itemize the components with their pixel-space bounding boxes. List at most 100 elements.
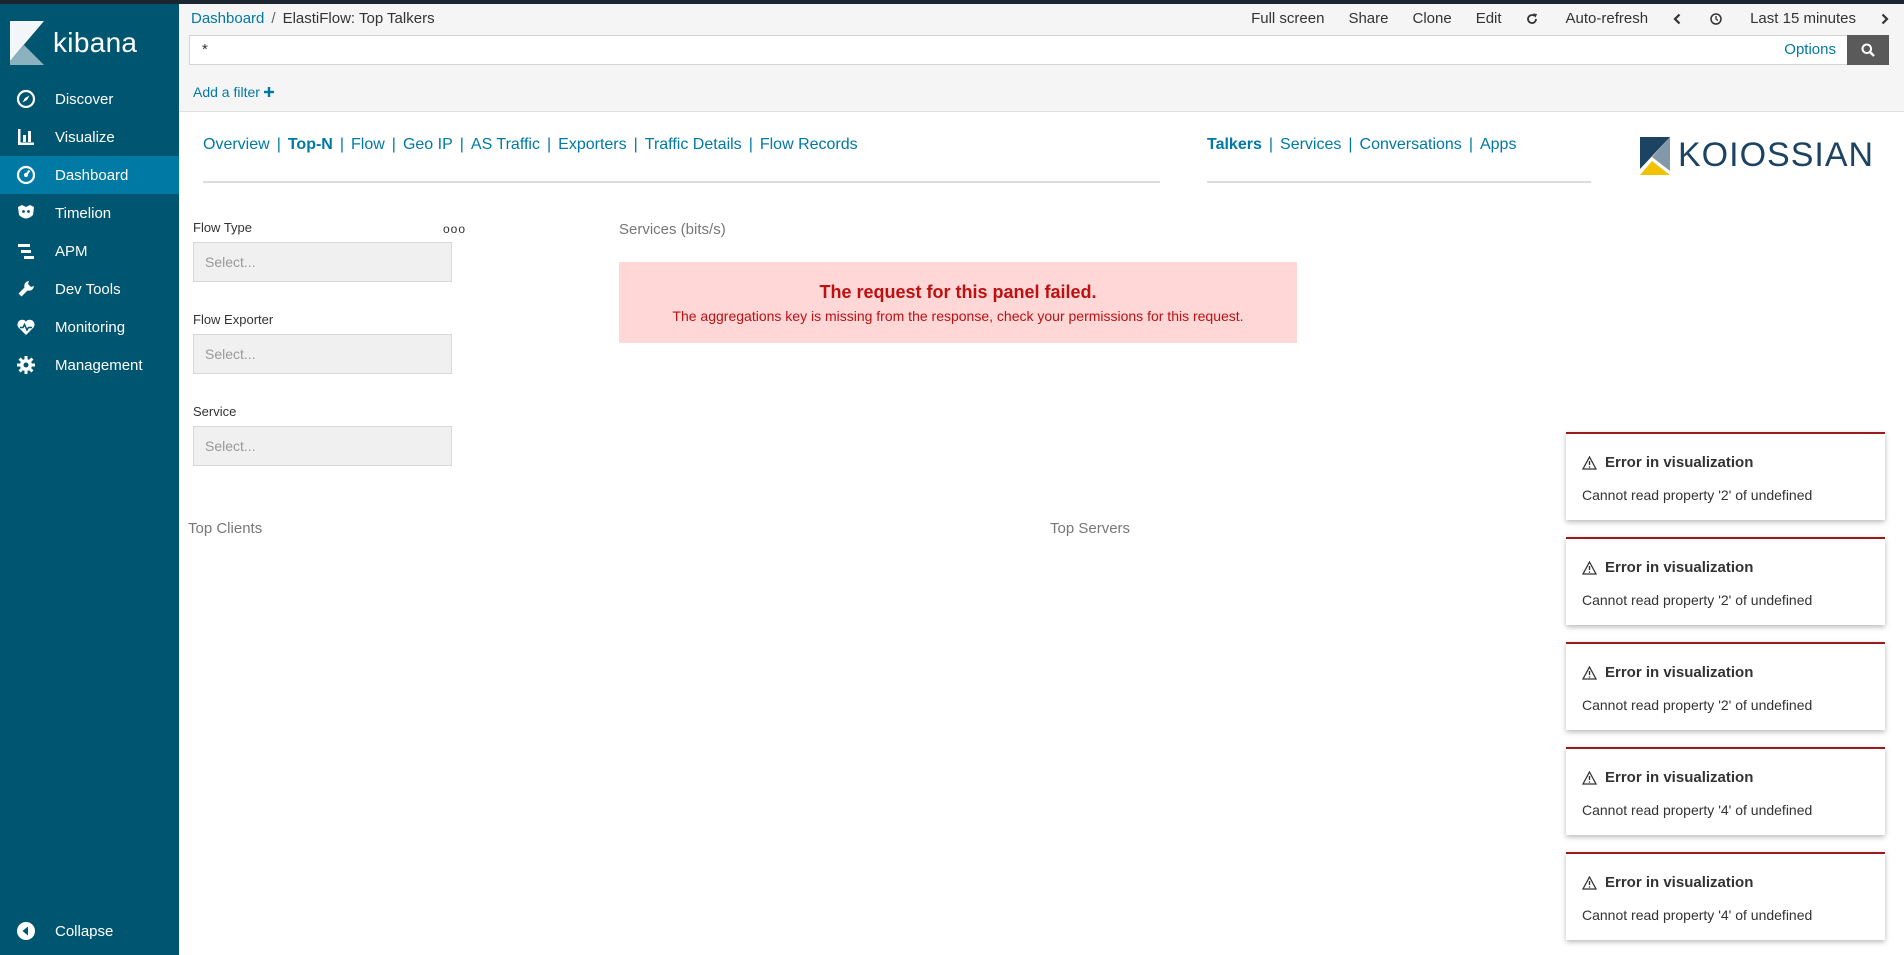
logo-text: KOIOSSIAN bbox=[1678, 136, 1875, 174]
error-toast[interactable]: Error in visualization Cannot read prope… bbox=[1566, 432, 1885, 520]
toast-title: Error in visualization bbox=[1582, 559, 1753, 576]
service-select[interactable]: Select... bbox=[193, 426, 452, 466]
top-menu: Full screen Share Clone Edit Auto-refres… bbox=[1227, 10, 1894, 27]
share-button[interactable]: Share bbox=[1348, 10, 1388, 27]
warning-icon bbox=[1582, 560, 1597, 575]
flow-exporter-label: Flow Exporter bbox=[193, 312, 274, 327]
wrench-icon bbox=[16, 279, 36, 299]
breadcrumb-dashboard-link[interactable]: Dashboard bbox=[191, 10, 264, 27]
nav-link-services[interactable]: Services bbox=[1280, 136, 1341, 153]
nav-link-geo-ip[interactable]: Geo IP bbox=[403, 136, 453, 153]
flow-type-label: Flow Type bbox=[193, 220, 253, 235]
panel-error-detail: The aggregations key is missing from the… bbox=[672, 308, 1244, 324]
service-label: Service bbox=[193, 404, 237, 419]
nav-separator: | bbox=[1348, 136, 1353, 153]
auto-refresh-button[interactable]: Auto-refresh bbox=[1526, 10, 1648, 27]
toast-title-text: Error in visualization bbox=[1605, 874, 1754, 891]
query-options-button[interactable]: Options bbox=[1784, 41, 1836, 58]
error-toast[interactable]: Error in visualization Cannot read prope… bbox=[1566, 747, 1885, 835]
sidebar-item-label: Monitoring bbox=[55, 318, 126, 336]
warning-icon bbox=[1582, 770, 1597, 785]
chevron-right-icon bbox=[1881, 13, 1889, 24]
collapse-button[interactable]: Collapse bbox=[0, 907, 179, 955]
nav-link-apps[interactable]: Apps bbox=[1480, 136, 1516, 153]
sidebar-item-apm[interactable]: APM bbox=[0, 232, 179, 270]
nav-link-exporters[interactable]: Exporters bbox=[558, 136, 626, 153]
search-input[interactable]: * bbox=[202, 41, 208, 58]
query-bar: * Options bbox=[189, 35, 1889, 65]
toast-title-text: Error in visualization bbox=[1605, 769, 1754, 786]
toast-title-text: Error in visualization bbox=[1605, 454, 1754, 471]
sidebar-item-label: APM bbox=[55, 242, 88, 260]
primary-dashboard-nav: Overview | Top-N | Flow | Geo IP | AS Traffic | Ex… bbox=[203, 136, 858, 154]
nav-separator: | bbox=[633, 136, 638, 153]
nav-link-conversations[interactable]: Conversations bbox=[1360, 136, 1462, 153]
kibana-brand[interactable]: kibana bbox=[10, 20, 137, 66]
compass-icon bbox=[16, 89, 36, 109]
clock-icon bbox=[1710, 12, 1722, 25]
koiossian-logo-icon bbox=[1640, 136, 1670, 175]
time-range-label: Last 15 minutes bbox=[1750, 10, 1856, 27]
options-menu-icon[interactable]: ooo bbox=[443, 222, 466, 236]
toast-message: Cannot read property '4' of undefined bbox=[1582, 802, 1813, 818]
warning-icon bbox=[1582, 455, 1597, 470]
toast-title: Error in visualization bbox=[1582, 664, 1753, 681]
clone-button[interactable]: Clone bbox=[1412, 10, 1451, 27]
sidebar-item-dashboard[interactable]: Dashboard bbox=[0, 156, 179, 194]
flow-exporter-select[interactable]: Select... bbox=[193, 334, 452, 374]
nav-link-flow-records[interactable]: Flow Records bbox=[760, 136, 858, 153]
heartbeat-icon bbox=[16, 317, 36, 337]
nav-separator: | bbox=[1468, 136, 1473, 153]
toast-title: Error in visualization bbox=[1582, 874, 1753, 891]
koiossian-logo: KOIOSSIAN bbox=[1640, 136, 1874, 175]
toast-title-text: Error in visualization bbox=[1605, 559, 1754, 576]
toast-title: Error in visualization bbox=[1582, 769, 1753, 786]
nav-separator: | bbox=[546, 136, 552, 153]
nav-link-top-n[interactable]: Top-N bbox=[288, 136, 333, 153]
add-filter-button[interactable]: Add a filter bbox=[193, 84, 274, 100]
toast-message: Cannot read property '2' of undefined bbox=[1582, 697, 1813, 713]
sidebar-item-visualize[interactable]: Visualize bbox=[0, 118, 179, 156]
error-toast[interactable]: Error in visualization Cannot read prope… bbox=[1566, 852, 1885, 940]
secondary-nav-divider bbox=[1207, 181, 1591, 183]
time-back-button[interactable] bbox=[1672, 13, 1686, 25]
plus-icon bbox=[263, 87, 274, 97]
toast-title: Error in visualization bbox=[1582, 454, 1753, 471]
search-submit-button[interactable] bbox=[1847, 35, 1889, 65]
brand-name: kibana bbox=[53, 27, 138, 58]
time-forward-button[interactable] bbox=[1880, 13, 1894, 25]
flow-type-select[interactable]: Select... bbox=[193, 242, 452, 282]
kibana-logo-icon bbox=[10, 21, 44, 65]
sidebar-item-label: Visualize bbox=[55, 128, 115, 146]
gear-icon bbox=[16, 355, 36, 375]
sidebar-item-discover[interactable]: Discover bbox=[0, 80, 179, 118]
secondary-dashboard-nav: Talkers | Services | Conversations | Apps bbox=[1207, 136, 1516, 154]
full-screen-button[interactable]: Full screen bbox=[1251, 10, 1324, 27]
apm-icon bbox=[16, 241, 36, 261]
error-toast[interactable]: Error in visualization Cannot read prope… bbox=[1566, 642, 1885, 730]
nav-link-talkers[interactable]: Talkers bbox=[1207, 136, 1262, 153]
toast-message: Cannot read property '2' of undefined bbox=[1582, 487, 1813, 503]
breadcrumb: Dashboard / ElastiFlow: Top Talkers bbox=[191, 10, 435, 27]
nav-separator: | bbox=[748, 136, 753, 153]
sidebar-item-monitoring[interactable]: Monitoring bbox=[0, 308, 179, 346]
top-servers-panel-title: Top Servers bbox=[1050, 520, 1131, 537]
sidebar-item-dev-tools[interactable]: Dev Tools bbox=[0, 270, 179, 308]
timelion-icon bbox=[16, 203, 36, 223]
edit-button[interactable]: Edit bbox=[1476, 10, 1502, 27]
nav-separator: | bbox=[1268, 136, 1274, 153]
sidebar-nav: Discover Visualize Dashboard Timelion AP… bbox=[0, 80, 179, 384]
sidebar-item-label: Timelion bbox=[55, 204, 112, 222]
sidebar-item-management[interactable]: Management bbox=[0, 346, 179, 384]
time-picker-button[interactable]: Last 15 minutes bbox=[1710, 10, 1856, 27]
nav-link-as-traffic[interactable]: AS Traffic bbox=[471, 136, 540, 153]
nav-link-flow[interactable]: Flow bbox=[351, 136, 385, 153]
error-toast[interactable]: Error in visualization Cannot read prope… bbox=[1566, 537, 1885, 625]
collapse-arrow-icon bbox=[16, 921, 36, 941]
nav-link-overview[interactable]: Overview bbox=[203, 136, 270, 153]
sidebar-item-timelion[interactable]: Timelion bbox=[0, 194, 179, 232]
nav-link-traffic-details[interactable]: Traffic Details bbox=[645, 136, 742, 153]
nav-separator: | bbox=[276, 136, 281, 153]
nav-separator: | bbox=[391, 136, 396, 153]
toast-title-text: Error in visualization bbox=[1605, 664, 1754, 681]
